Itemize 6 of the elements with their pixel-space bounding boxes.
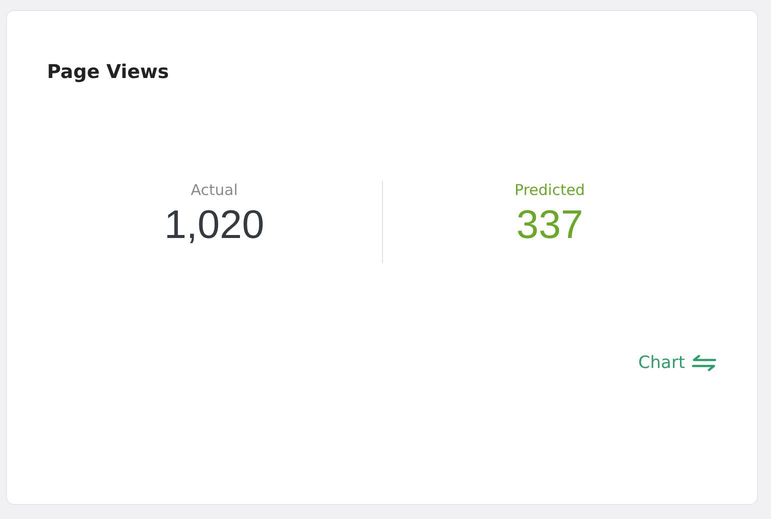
metric-label: Predicted xyxy=(514,181,585,199)
metric-label: Actual xyxy=(190,181,238,199)
metric-value: 1,020 xyxy=(164,203,264,247)
metric-value: 337 xyxy=(516,203,584,247)
card-title: Page Views xyxy=(47,61,170,83)
chart-toggle-link[interactable]: Chart xyxy=(638,353,717,373)
